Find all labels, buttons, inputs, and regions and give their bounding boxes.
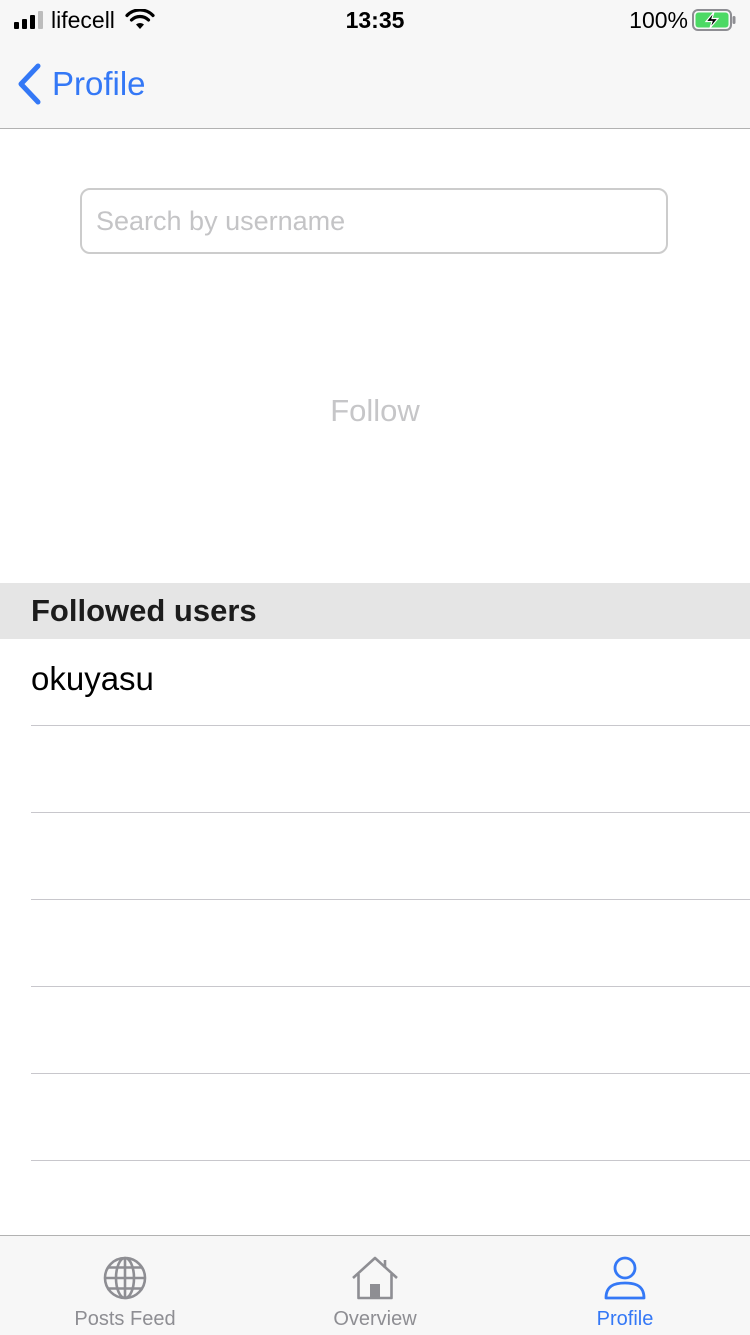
back-button[interactable]: Profile <box>16 60 146 108</box>
section-title: Followed users <box>31 593 257 628</box>
house-icon <box>352 1256 398 1300</box>
followed-users-header: Followed users <box>0 583 750 639</box>
list-item[interactable] <box>0 813 750 900</box>
list-item[interactable] <box>0 726 750 813</box>
chevron-left-icon <box>18 63 41 105</box>
battery-percent: 100% <box>629 7 688 33</box>
tab-label: Profile <box>596 1308 654 1330</box>
tab-profile[interactable]: Profile <box>500 1236 750 1335</box>
followed-users-list: okuyasu <box>0 639 750 1161</box>
status-right: 100% <box>629 6 736 34</box>
list-item[interactable]: okuyasu <box>0 639 750 726</box>
tab-posts-feed[interactable]: Posts Feed <box>0 1236 250 1335</box>
list-item-username: okuyasu <box>31 660 154 697</box>
list-item[interactable] <box>0 900 750 987</box>
tab-overview[interactable]: Overview <box>250 1236 500 1335</box>
follow-button[interactable]: Follow <box>0 388 750 434</box>
person-icon <box>604 1256 646 1300</box>
list-item[interactable] <box>0 1074 750 1161</box>
globe-icon <box>103 1256 147 1300</box>
status-bar: lifecell 13:35 100% <box>0 0 750 40</box>
search-field-container <box>80 188 668 254</box>
row-separator <box>31 1160 750 1161</box>
search-input[interactable] <box>82 190 666 252</box>
tab-label: Posts Feed <box>74 1308 176 1330</box>
back-button-label: Profile <box>52 65 146 102</box>
tab-label: Overview <box>333 1308 417 1330</box>
battery-charging-icon <box>692 9 736 31</box>
navigation-bar: Profile <box>0 40 750 129</box>
list-item[interactable] <box>0 987 750 1074</box>
tab-bar: Posts Feed Overview Profile <box>0 1235 750 1335</box>
